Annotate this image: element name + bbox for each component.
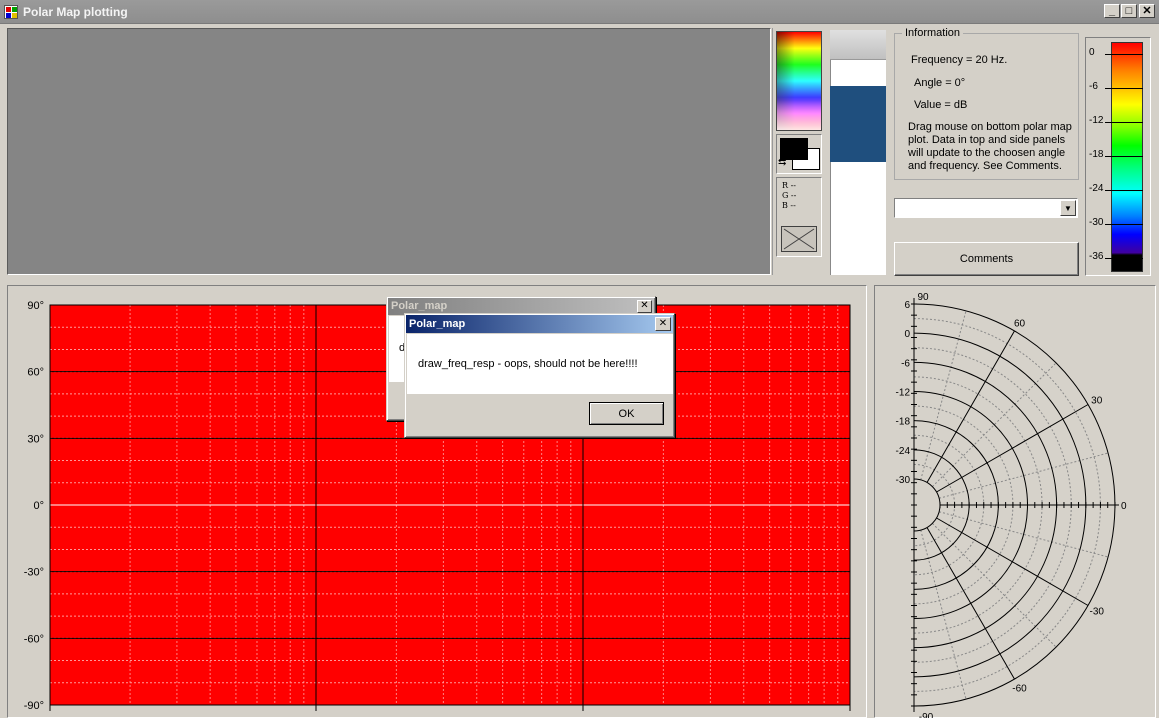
colorbar-label: -6	[1089, 81, 1098, 92]
message-dialog-close-button[interactable]: ✕	[655, 317, 671, 331]
colorbar-label: -36	[1089, 251, 1104, 262]
frequency-readout: Frequency = 20 Hz.	[911, 54, 1008, 66]
polar-angle-label: 60	[1014, 318, 1026, 329]
message-dialog-title[interactable]: Polar_map	[406, 315, 673, 333]
r-value: R --	[782, 181, 796, 190]
polar-radial-label: -12	[896, 388, 911, 399]
polar-angle-label: 30	[1091, 396, 1103, 407]
colorbar-tick	[1105, 224, 1143, 225]
g-value: G --	[782, 191, 797, 200]
polar-radial-label: -24	[896, 446, 911, 457]
colorbar	[1111, 42, 1143, 272]
polar-radial-label: 0	[904, 329, 910, 340]
map-y-label: 30°	[27, 433, 44, 445]
app-icon	[4, 5, 18, 19]
polar-ring	[913, 478, 941, 532]
colorbar-tick	[1105, 156, 1143, 157]
maximize-button[interactable]: □	[1121, 4, 1137, 18]
comments-button[interactable]: Comments	[894, 242, 1079, 276]
polar-spoke	[926, 330, 1015, 483]
polar-radial-label: -18	[896, 417, 911, 428]
colorbar-label: -30	[1089, 217, 1104, 228]
chevron-down-icon[interactable]: ▼	[1060, 200, 1076, 216]
ok-button[interactable]: OK	[589, 402, 664, 425]
map-y-label: -60°	[24, 633, 44, 645]
map-y-label: 0°	[33, 500, 44, 512]
close-button[interactable]: ✕	[1139, 4, 1155, 18]
background-dialog-close-button[interactable]: ✕	[637, 300, 652, 313]
angle-readout: Angle = 0°	[914, 77, 966, 89]
side-panel-selection[interactable]	[830, 86, 886, 162]
side-panel-header	[830, 30, 886, 60]
colorbar-label: -18	[1089, 149, 1104, 160]
map-y-label: -30°	[24, 567, 44, 579]
map-y-label: 60°	[27, 367, 44, 379]
b-value: B --	[782, 201, 796, 210]
polar-radial-label: 6	[904, 300, 910, 311]
colorbar-tick	[1105, 258, 1143, 259]
polar-plot[interactable]: 60-6-12-18-24-309060300-30-60-90	[874, 285, 1156, 718]
colorbar-label: -12	[1089, 115, 1104, 126]
polar-radial-label: -6	[901, 358, 910, 369]
window-title: Polar Map plotting	[23, 5, 128, 19]
no-image-icon[interactable]	[781, 226, 817, 252]
colorbar-label: 0	[1089, 47, 1095, 58]
colorbar-tick	[1105, 122, 1143, 123]
polar-angle-label: 90	[917, 292, 929, 303]
colorbar-tick	[1105, 88, 1143, 89]
polar-spoke	[936, 517, 1089, 606]
colorbar-label: -24	[1089, 183, 1104, 194]
minimize-button[interactable]: _	[1104, 4, 1120, 18]
colorbar-tick	[1105, 190, 1143, 191]
title-bar[interactable]	[0, 0, 1159, 24]
frequency-select[interactable]	[894, 198, 1078, 218]
map-y-label: 90°	[27, 300, 44, 312]
color-spectrum[interactable]	[776, 31, 822, 131]
message-dialog-text: draw_freq_resp - oops, should not be her…	[418, 358, 638, 370]
value-readout: Value = dB	[914, 99, 968, 111]
map-y-label: -90°	[24, 700, 44, 712]
polar-angle-label: 0	[1121, 501, 1127, 512]
colorbar-tick	[1105, 54, 1143, 55]
top-plot-panel[interactable]	[7, 28, 771, 275]
polar-angle-label: -30	[1090, 607, 1105, 618]
polar-angle-label: -60	[1012, 684, 1027, 695]
swap-colors-icon[interactable]: ⇆	[778, 158, 786, 168]
polar-angle-label: -90	[919, 712, 934, 718]
polar-radial-label: -30	[896, 475, 911, 486]
information-group-label: Information	[902, 27, 964, 39]
polar-spoke	[936, 404, 1089, 493]
polar-spoke	[926, 527, 1015, 680]
help-text: Drag mouse on bottom polar map plot. Dat…	[908, 121, 1072, 172]
